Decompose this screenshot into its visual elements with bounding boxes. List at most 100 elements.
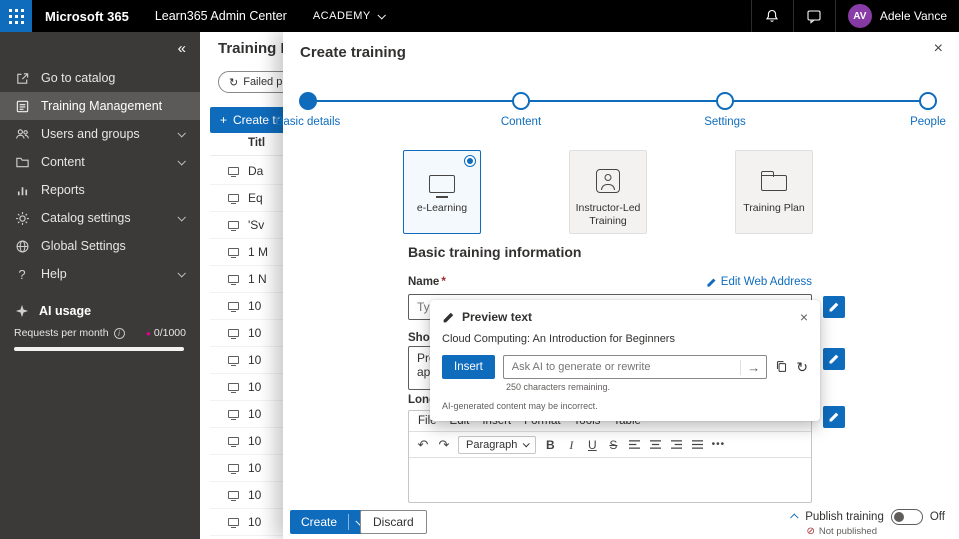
training-type-cards: e-Learning Instructor-Led Training Train…	[403, 150, 823, 236]
row-title: 10	[248, 326, 262, 340]
regenerate-icon[interactable]: ↻	[796, 360, 808, 374]
main-area: Training M ↻ Failed pro + Create tr Titl…	[200, 32, 959, 539]
more-options-icon[interactable]: •••	[711, 439, 725, 450]
close-icon[interactable]: ×	[800, 310, 808, 324]
card-training-plan[interactable]: Training Plan	[735, 150, 813, 234]
account-menu[interactable]: AV Adele Vance	[834, 0, 959, 32]
row-title: 10	[248, 434, 262, 448]
characters-remaining: 250 characters remaining.	[506, 382, 611, 392]
sidebar-item-users-and-groups[interactable]: Users and groups	[0, 120, 200, 148]
go-to-catalog-icon	[14, 71, 30, 86]
discard-button[interactable]: Discard	[360, 510, 427, 534]
card-label: e-Learning	[416, 202, 468, 214]
sidebar-item-go-to-catalog[interactable]: Go to catalog	[0, 64, 200, 92]
row-title: 1 M	[248, 245, 269, 259]
underline-button[interactable]: U	[585, 439, 599, 451]
sidebar-item-training-management[interactable]: Training Management	[0, 92, 200, 120]
card-instructor-led[interactable]: Instructor-Led Training	[569, 150, 647, 234]
row-title: 10	[248, 353, 262, 367]
elearning-icon	[228, 437, 239, 447]
column-header-title[interactable]: Titl	[248, 137, 265, 149]
folder-icon	[14, 155, 30, 170]
ai-assist-short-button[interactable]	[823, 348, 845, 370]
bell-icon	[766, 9, 779, 22]
elearning-icon	[228, 275, 239, 285]
notifications-button[interactable]	[750, 0, 793, 32]
ai-pencil-icon	[829, 302, 839, 312]
sidebar-item-content[interactable]: Content	[0, 148, 200, 176]
app-launcher-button[interactable]	[0, 0, 32, 32]
sidebar-nav: « Go to catalog Training Management User…	[0, 32, 200, 539]
info-icon[interactable]: i	[113, 327, 125, 339]
send-icon[interactable]: →	[740, 359, 760, 375]
card-elearning[interactable]: e-Learning	[403, 150, 481, 234]
italic-button[interactable]: I	[564, 439, 578, 451]
admin-center-title: Learn365 Admin Center	[154, 9, 287, 23]
ai-prompt-input[interactable]	[511, 361, 737, 373]
avatar: AV	[847, 4, 872, 28]
radio-selected-icon[interactable]	[464, 155, 476, 167]
chevron-down-icon	[177, 129, 186, 138]
product-name[interactable]: Microsoft 365	[32, 0, 142, 32]
align-left-button[interactable]	[627, 439, 641, 450]
users-icon	[14, 127, 30, 142]
close-icon[interactable]: ×	[934, 41, 943, 57]
create-button-label[interactable]: Create	[290, 510, 348, 534]
step-people[interactable]	[919, 92, 937, 110]
chevron-up-icon[interactable]	[790, 513, 799, 522]
pencil-icon	[707, 278, 716, 287]
ai-usage-section: AI usage Requests per month i ● 0/1000	[0, 304, 200, 351]
sidebar-item-help[interactable]: ? Help	[0, 260, 200, 288]
sidebar-item-label: Go to catalog	[41, 71, 116, 85]
ai-usage-title: AI usage	[39, 304, 92, 318]
instructor-icon	[596, 169, 620, 193]
publish-label: Publish training	[805, 511, 884, 523]
edit-web-address-link[interactable]: Edit Web Address	[706, 276, 812, 288]
step-basic-details[interactable]	[299, 92, 317, 110]
copy-icon[interactable]	[775, 360, 788, 375]
publish-status: ⊘ Not published	[807, 526, 878, 537]
bold-button[interactable]: B	[543, 439, 557, 451]
plus-icon: +	[220, 113, 228, 127]
create-split-button[interactable]: Create	[290, 510, 370, 534]
ai-assist-long-button[interactable]	[823, 406, 845, 428]
publish-toggle[interactable]	[890, 509, 923, 525]
tenant-label: ACADEMY	[312, 10, 371, 22]
undo-icon[interactable]: ↶	[416, 438, 430, 451]
tenant-dropdown[interactable]: ACADEMY	[300, 0, 397, 32]
editor-content-area[interactable]	[409, 458, 811, 502]
ai-usage-progress-bar	[14, 347, 184, 351]
ai-assist-name-button[interactable]	[823, 296, 845, 318]
row-title: 10	[248, 515, 262, 529]
sidebar-item-reports[interactable]: Reports	[0, 176, 200, 204]
redo-icon[interactable]: ↷	[437, 438, 451, 451]
strikethrough-button[interactable]: S	[606, 439, 620, 451]
stepper-line	[308, 100, 928, 102]
chevron-down-icon	[377, 11, 386, 20]
ai-usage-label: Requests per month	[14, 327, 109, 339]
sidebar-collapse-button[interactable]: «	[0, 32, 200, 64]
align-right-button[interactable]	[669, 439, 683, 450]
row-title: 1 N	[248, 272, 267, 286]
ai-disclaimer: AI-generated content may be incorrect.	[442, 401, 598, 411]
feedback-button[interactable]	[792, 0, 835, 32]
paragraph-dropdown[interactable]: Paragraph	[458, 435, 537, 454]
step-content[interactable]	[512, 92, 530, 110]
elearning-icon	[228, 329, 239, 339]
step-label: Settings	[704, 116, 746, 128]
sidebar-item-global-settings[interactable]: Global Settings	[0, 232, 200, 260]
insert-button[interactable]: Insert	[442, 355, 495, 379]
align-justify-button[interactable]	[690, 439, 704, 450]
usage-dot-icon: ●	[146, 328, 151, 338]
waffle-icon	[8, 8, 24, 24]
sidebar-item-label: Users and groups	[41, 127, 140, 141]
ai-preview-text: Cloud Computing: An Introduction for Beg…	[442, 333, 675, 345]
step-label: People	[910, 116, 946, 128]
chevron-down-icon	[523, 440, 531, 448]
edit-web-address-label: Edit Web Address	[720, 276, 812, 288]
row-title: Eq	[248, 191, 263, 205]
step-settings[interactable]	[716, 92, 734, 110]
section-title: Basic training information	[408, 244, 582, 260]
align-center-button[interactable]	[648, 439, 662, 450]
sidebar-item-catalog-settings[interactable]: Catalog settings	[0, 204, 200, 232]
